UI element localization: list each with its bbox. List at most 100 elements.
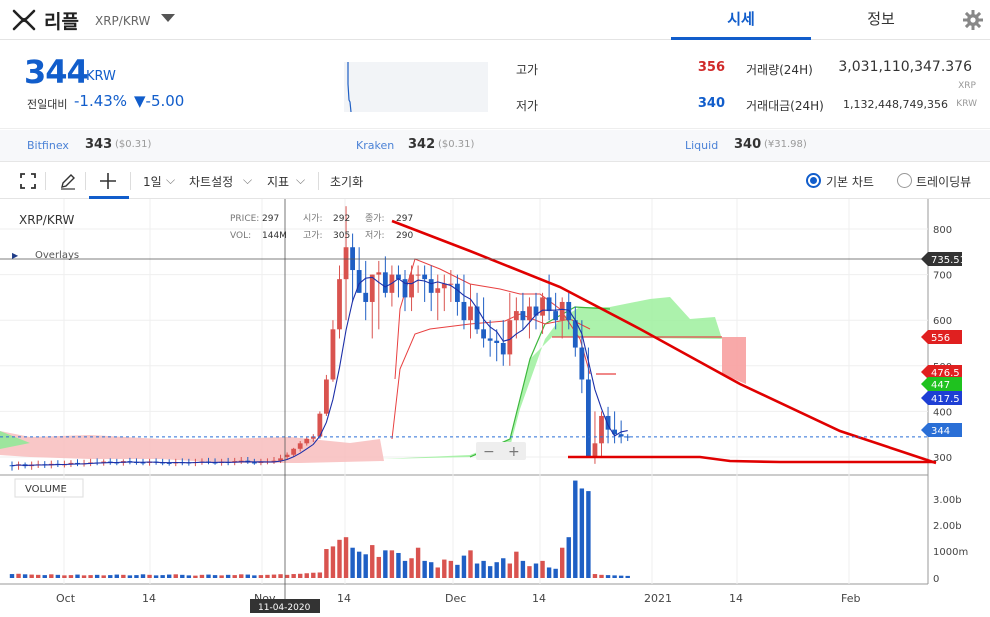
candle-body [251,462,257,464]
mini-price-chart [344,62,488,113]
exchange-diff: ($0.31) [115,139,152,150]
volume-label: 거래량(24H) [746,63,813,77]
coin-pair[interactable]: XRP/KRW [95,14,150,28]
ohlc-price: 297 [262,214,279,224]
exchange-price: 340 [734,137,762,152]
volume-bar [68,575,74,578]
volume-bar [540,560,545,578]
candle-body [428,279,434,293]
volume-bar [363,554,368,578]
zoom-out-button[interactable]: − [483,444,495,460]
volume-bar [370,545,375,578]
candle-body [618,434,624,437]
tradingview-label[interactable]: 트레이딩뷰 [916,173,971,190]
tradingview-radio[interactable] [897,173,912,188]
volume-bar [501,558,506,578]
exchange-diff: (¥31.98) [764,139,807,150]
zoom-in-button[interactable]: + [508,444,520,460]
candle-body [527,306,532,321]
exchange-price: 343 [85,137,113,152]
candle-body [468,306,473,321]
tab-market[interactable]: 시세 [671,0,811,40]
price-badge: 417.5 [931,394,960,405]
low-value: 340 [697,96,725,111]
volume-bar [350,547,355,578]
chevron-down-icon[interactable]: ⌵ [296,173,305,188]
candle-body [422,274,428,280]
volume-bar [487,566,493,578]
candle-body [553,311,559,321]
basic-chart-label[interactable]: 기본 차트 [826,173,874,190]
volume-bar [625,575,630,578]
caret-down-icon[interactable] [161,14,175,22]
volume-tick-label: 3.00b [933,495,962,506]
fullscreen-icon[interactable] [18,171,38,191]
candle-body [520,311,526,321]
volume-bar [134,575,139,578]
chevron-down-icon[interactable]: ⌵ [166,173,175,188]
volume-bar [356,551,362,578]
volume-bar [212,575,218,578]
volume-bar [474,563,480,578]
date-tick-label: 14 [532,592,546,605]
turnover-unit: KRW [956,99,977,109]
volume-bar [265,574,270,578]
volume-bar [337,539,342,578]
ohlc-open: 292 [333,214,350,224]
chevron-down-icon[interactable]: ⌵ [243,173,252,188]
volume-bar [16,573,21,578]
volume-bar [55,574,61,578]
turnover-value: 1,132,448,749,356 [843,98,948,111]
volume-bar [422,560,427,578]
basic-chart-radio[interactable] [806,173,821,188]
volume-bar [186,575,192,578]
volume-bar [219,575,224,578]
candle-body [435,288,441,293]
candle-body [540,297,545,316]
price-tick-label: 600 [933,316,952,327]
volume-bar [147,574,152,578]
candle-body [599,415,604,444]
volume-bar [114,574,119,578]
volume-bar [94,574,100,578]
date-tick-label: Oct [56,592,76,605]
price-chart[interactable]: XRP/KRW ▶ Overlays PRICE: 297 VOL: 144M … [0,199,990,617]
gear-icon[interactable] [961,8,985,32]
overlays-toggle-icon[interactable]: ▶ [12,251,19,260]
volume-bar [193,575,198,578]
candle-body [474,306,480,330]
volume-tick-label: 0 [933,574,939,585]
volume-bar [461,555,467,578]
ohlc-vol-label: VOL: [230,231,251,241]
volume-bar [429,562,434,578]
volume-bar [180,574,185,578]
volume-bar [586,491,591,578]
ohlc-close-label: 종가: [365,213,385,224]
volume-bar [206,574,211,578]
volume-bar [618,575,624,578]
volume-bar [271,574,277,578]
volume-bar [121,574,126,578]
volume-bar [612,575,617,578]
volume-bar [81,575,87,578]
volume-bar [311,572,316,578]
candle-body [409,274,414,298]
turnover-label: 거래대금(24H) [746,99,824,113]
candle-body [382,272,388,293]
pencil-icon[interactable] [58,171,78,191]
ohlc-low-label: 저가: [365,230,385,241]
chart-settings-menu[interactable]: 차트설정 [189,173,233,190]
change-value: ▼-5.00 [134,92,185,110]
volume-value: 3,031,110,347.376 [838,59,972,75]
indicators-menu[interactable]: 지표 [267,173,289,190]
reset-button[interactable]: 초기화 [330,173,363,190]
volume-bar [140,574,146,578]
crosshair-price-badge: 735.513 [931,255,972,266]
tab-info[interactable]: 정보 [811,0,951,40]
overlays-toggle[interactable]: Overlays [35,250,79,261]
crosshair-icon[interactable] [98,171,118,191]
ohlc-high: 305 [333,231,350,241]
volume-bar [22,574,28,578]
interval-select[interactable]: 1일 [143,173,162,190]
volume-bar [291,574,296,578]
